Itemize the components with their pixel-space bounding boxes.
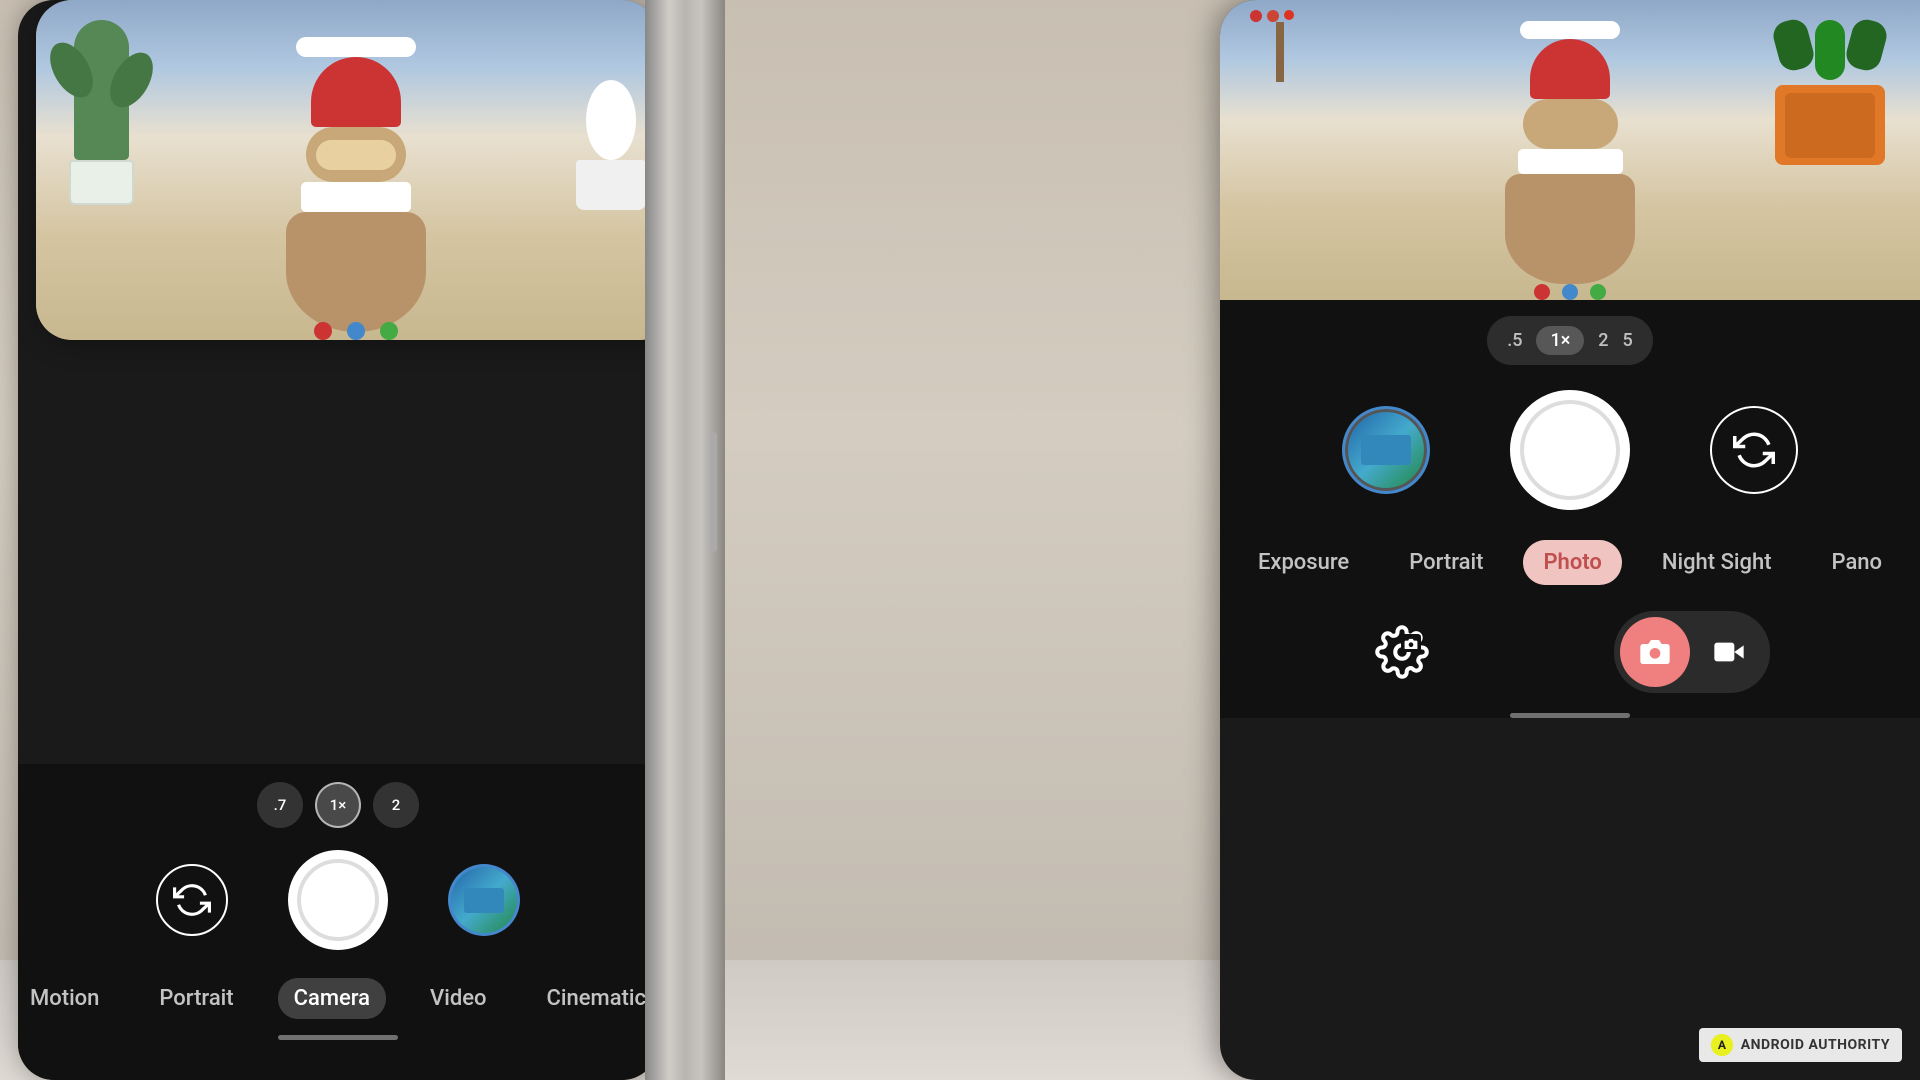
right-zoom-pill: .5 1× 2 5 xyxy=(1487,316,1653,365)
zoom-05-button[interactable]: .5 xyxy=(1507,330,1522,351)
watermark: A ANDROID AUTHORITY xyxy=(1699,1028,1902,1062)
left-flip-camera-button[interactable] xyxy=(156,864,228,936)
watermark-icon: A xyxy=(1711,1034,1733,1056)
phone-left: .7 1× 2 xyxy=(18,0,658,1080)
mode-night-sight[interactable]: Night Sight xyxy=(1642,540,1792,585)
right-mode-bar: Exposure Portrait Photo Night Sight Pano xyxy=(1220,530,1920,601)
zoom-1x-button[interactable]: 1× xyxy=(315,782,361,828)
mode-motion[interactable]: Motion xyxy=(18,978,115,1019)
right-zoom-bar: .5 1× 2 5 xyxy=(1220,300,1920,375)
zoom-07-button[interactable]: .7 xyxy=(257,782,303,828)
left-shutter-button[interactable] xyxy=(288,850,388,950)
mode-camera[interactable]: Camera xyxy=(278,978,386,1019)
mode-portrait-left[interactable]: Portrait xyxy=(143,978,249,1019)
left-mode-bar: Motion Portrait Camera Video Cinematic xyxy=(18,970,658,1035)
phone-right: .5 1× 2 5 xyxy=(1220,0,1920,1080)
mode-photo[interactable]: Photo xyxy=(1523,540,1621,585)
watermark-text: ANDROID AUTHORITY xyxy=(1741,1037,1890,1053)
zoom-2-button[interactable]: 2 xyxy=(373,782,419,828)
right-shutter-row xyxy=(1220,375,1920,530)
right-shutter-button[interactable] xyxy=(1510,390,1630,510)
zoom-2-right-button[interactable]: 2 xyxy=(1598,330,1608,351)
zoom-5-button[interactable]: 5 xyxy=(1623,330,1633,351)
mode-video[interactable]: Video xyxy=(414,978,502,1019)
right-home-indicator xyxy=(1510,713,1630,718)
svg-text:A: A xyxy=(1718,1038,1727,1052)
scene: .7 1× 2 xyxy=(0,0,1920,1080)
right-controls: .5 1× 2 5 xyxy=(1220,300,1920,718)
phone-gap xyxy=(645,0,725,1080)
right-camera-view xyxy=(1220,0,1920,300)
right-bottom-controls xyxy=(1220,601,1920,713)
mode-portrait-right[interactable]: Portrait xyxy=(1389,540,1503,585)
mode-exposure[interactable]: Exposure xyxy=(1238,540,1369,585)
left-shutter-row xyxy=(18,840,658,970)
zoom-1x-right-button[interactable]: 1× xyxy=(1536,326,1584,355)
right-gallery-thumbnail[interactable] xyxy=(1342,406,1430,494)
left-camera-view xyxy=(36,0,658,340)
right-flip-camera-button[interactable] xyxy=(1710,406,1798,494)
photo-mode-button[interactable] xyxy=(1620,617,1690,687)
left-home-indicator xyxy=(278,1035,398,1040)
left-gallery-thumbnail[interactable] xyxy=(448,864,520,936)
settings-button[interactable] xyxy=(1370,620,1434,684)
photo-video-toggle xyxy=(1614,611,1770,693)
mode-cinematic[interactable]: Cinematic xyxy=(531,978,658,1019)
mode-pano[interactable]: Pano xyxy=(1812,540,1903,585)
left-zoom-bar: .7 1× 2 xyxy=(18,764,658,840)
video-mode-button[interactable] xyxy=(1694,617,1764,687)
left-controls: .7 1× 2 xyxy=(18,764,658,1080)
